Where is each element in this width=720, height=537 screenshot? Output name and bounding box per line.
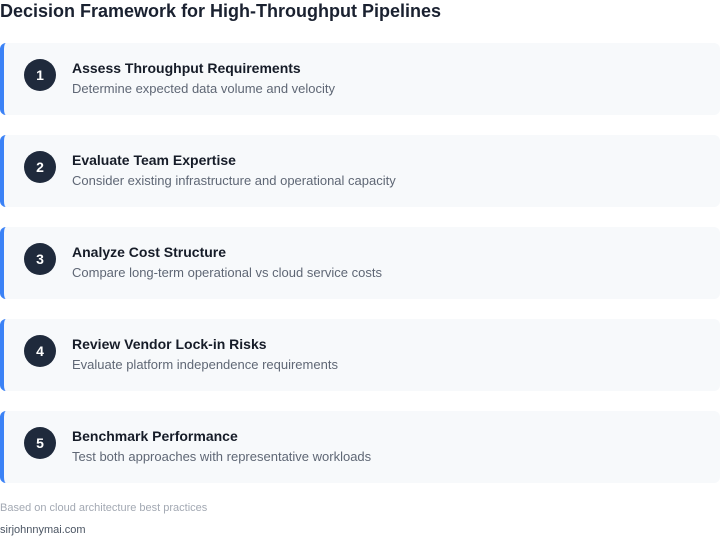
- step-title: Benchmark Performance: [72, 428, 238, 444]
- step-number-badge: 3: [24, 243, 56, 275]
- source-note: Based on cloud architecture best practic…: [0, 502, 208, 514]
- step-card-5: 5 Benchmark Performance Test both approa…: [0, 411, 720, 483]
- step-title: Review Vendor Lock-in Risks: [72, 336, 267, 352]
- step-description: Evaluate platform independence requireme…: [72, 357, 338, 372]
- step-description: Compare long-term operational vs cloud s…: [72, 265, 382, 280]
- step-description: Consider existing infrastructure and ope…: [72, 173, 396, 188]
- step-description: Determine expected data volume and veloc…: [72, 81, 336, 96]
- step-number-badge: 2: [24, 151, 56, 183]
- step-title: Evaluate Team Expertise: [72, 152, 236, 168]
- step-title: Analyze Cost Structure: [72, 244, 227, 260]
- step-card-4: 4 Review Vendor Lock-in Risks Evaluate p…: [0, 319, 720, 391]
- site-credit: sirjohnnymai.com: [0, 524, 86, 536]
- step-title: Assess Throughput Requirements: [72, 60, 301, 76]
- step-list: 1 Assess Throughput Requirements Determi…: [0, 43, 720, 503]
- step-card-2: 2 Evaluate Team Expertise Consider exist…: [0, 135, 720, 207]
- step-card-1: 1 Assess Throughput Requirements Determi…: [0, 43, 720, 115]
- step-number-badge: 4: [24, 335, 56, 367]
- step-number-badge: 1: [24, 59, 56, 91]
- page-title: Decision Framework for High-Throughput P…: [0, 1, 442, 21]
- step-description: Test both approaches with representative…: [72, 449, 372, 464]
- step-card-3: 3 Analyze Cost Structure Compare long-te…: [0, 227, 720, 299]
- step-number-badge: 5: [24, 427, 56, 459]
